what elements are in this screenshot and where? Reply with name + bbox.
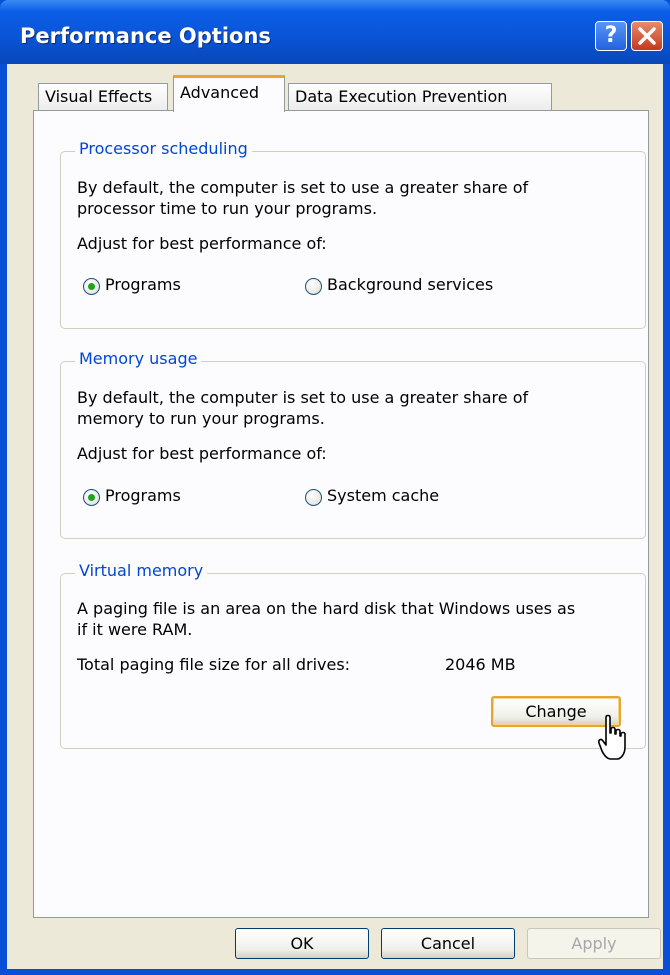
virtual-memory-description-line2: if it were RAM. bbox=[77, 620, 193, 639]
close-x-icon bbox=[638, 27, 656, 45]
paging-file-total-label: Total paging file size for all drives: bbox=[77, 655, 351, 674]
memory-system-cache-label: System cache bbox=[327, 486, 440, 505]
paging-file-total-value: 2046 MB bbox=[445, 655, 516, 674]
memory-adjust-label: Adjust for best performance of: bbox=[77, 444, 327, 463]
virtual-memory-description-line1: A paging file is an area on the hard dis… bbox=[77, 599, 576, 618]
memory-usage-group: Memory usage By default, the computer is… bbox=[60, 349, 646, 539]
title-bar[interactable]: Performance Options ? bbox=[0, 0, 670, 64]
memory-programs-label: Programs bbox=[105, 486, 181, 505]
advanced-tab-panel: Processor scheduling By default, the com… bbox=[33, 110, 649, 918]
tab-data-execution-prevention[interactable]: Data Execution Prevention bbox=[288, 83, 552, 111]
processor-scheduling-title: Processor scheduling bbox=[75, 139, 252, 158]
performance-options-dialog: Performance Options ? Visual Effects Adv… bbox=[0, 0, 670, 975]
tab-strip: Visual Effects Advanced Data Execution P… bbox=[29, 73, 649, 112]
radio-unchecked-icon[interactable] bbox=[305, 278, 322, 295]
processor-programs-label: Programs bbox=[105, 275, 181, 294]
virtual-memory-group: Virtual memory A paging file is an area … bbox=[60, 561, 646, 749]
memory-description-line1: By default, the computer is set to use a… bbox=[77, 388, 529, 407]
processor-background-services-radio[interactable]: Background services bbox=[305, 275, 525, 297]
processor-scheduling-group: Processor scheduling By default, the com… bbox=[60, 139, 646, 329]
memory-description-line2: memory to run your programs. bbox=[77, 409, 325, 428]
memory-usage-title: Memory usage bbox=[75, 349, 202, 368]
help-button[interactable]: ? bbox=[595, 21, 627, 51]
radio-unchecked-icon[interactable] bbox=[305, 489, 322, 506]
tab-visual-effects[interactable]: Visual Effects bbox=[38, 83, 168, 111]
radio-checked-icon[interactable] bbox=[83, 278, 100, 295]
window-title: Performance Options bbox=[20, 24, 271, 48]
hand-pointer-cursor-icon bbox=[598, 714, 626, 760]
question-mark-icon: ? bbox=[604, 23, 618, 48]
memory-system-cache-radio[interactable]: System cache bbox=[305, 486, 505, 508]
radio-checked-icon[interactable] bbox=[83, 489, 100, 506]
apply-button: Apply bbox=[527, 928, 661, 959]
processor-adjust-label: Adjust for best performance of: bbox=[77, 234, 327, 253]
processor-description-line1: By default, the computer is set to use a… bbox=[77, 178, 529, 197]
memory-programs-radio[interactable]: Programs bbox=[83, 486, 283, 508]
processor-description-line2: processor time to run your programs. bbox=[77, 199, 378, 218]
close-button[interactable] bbox=[631, 21, 663, 51]
cancel-button[interactable]: Cancel bbox=[381, 928, 515, 959]
processor-background-services-label: Background services bbox=[327, 275, 494, 294]
processor-programs-radio[interactable]: Programs bbox=[83, 275, 283, 297]
virtual-memory-title: Virtual memory bbox=[75, 561, 208, 580]
tab-advanced[interactable]: Advanced bbox=[173, 75, 285, 112]
ok-button[interactable]: OK bbox=[235, 928, 369, 959]
